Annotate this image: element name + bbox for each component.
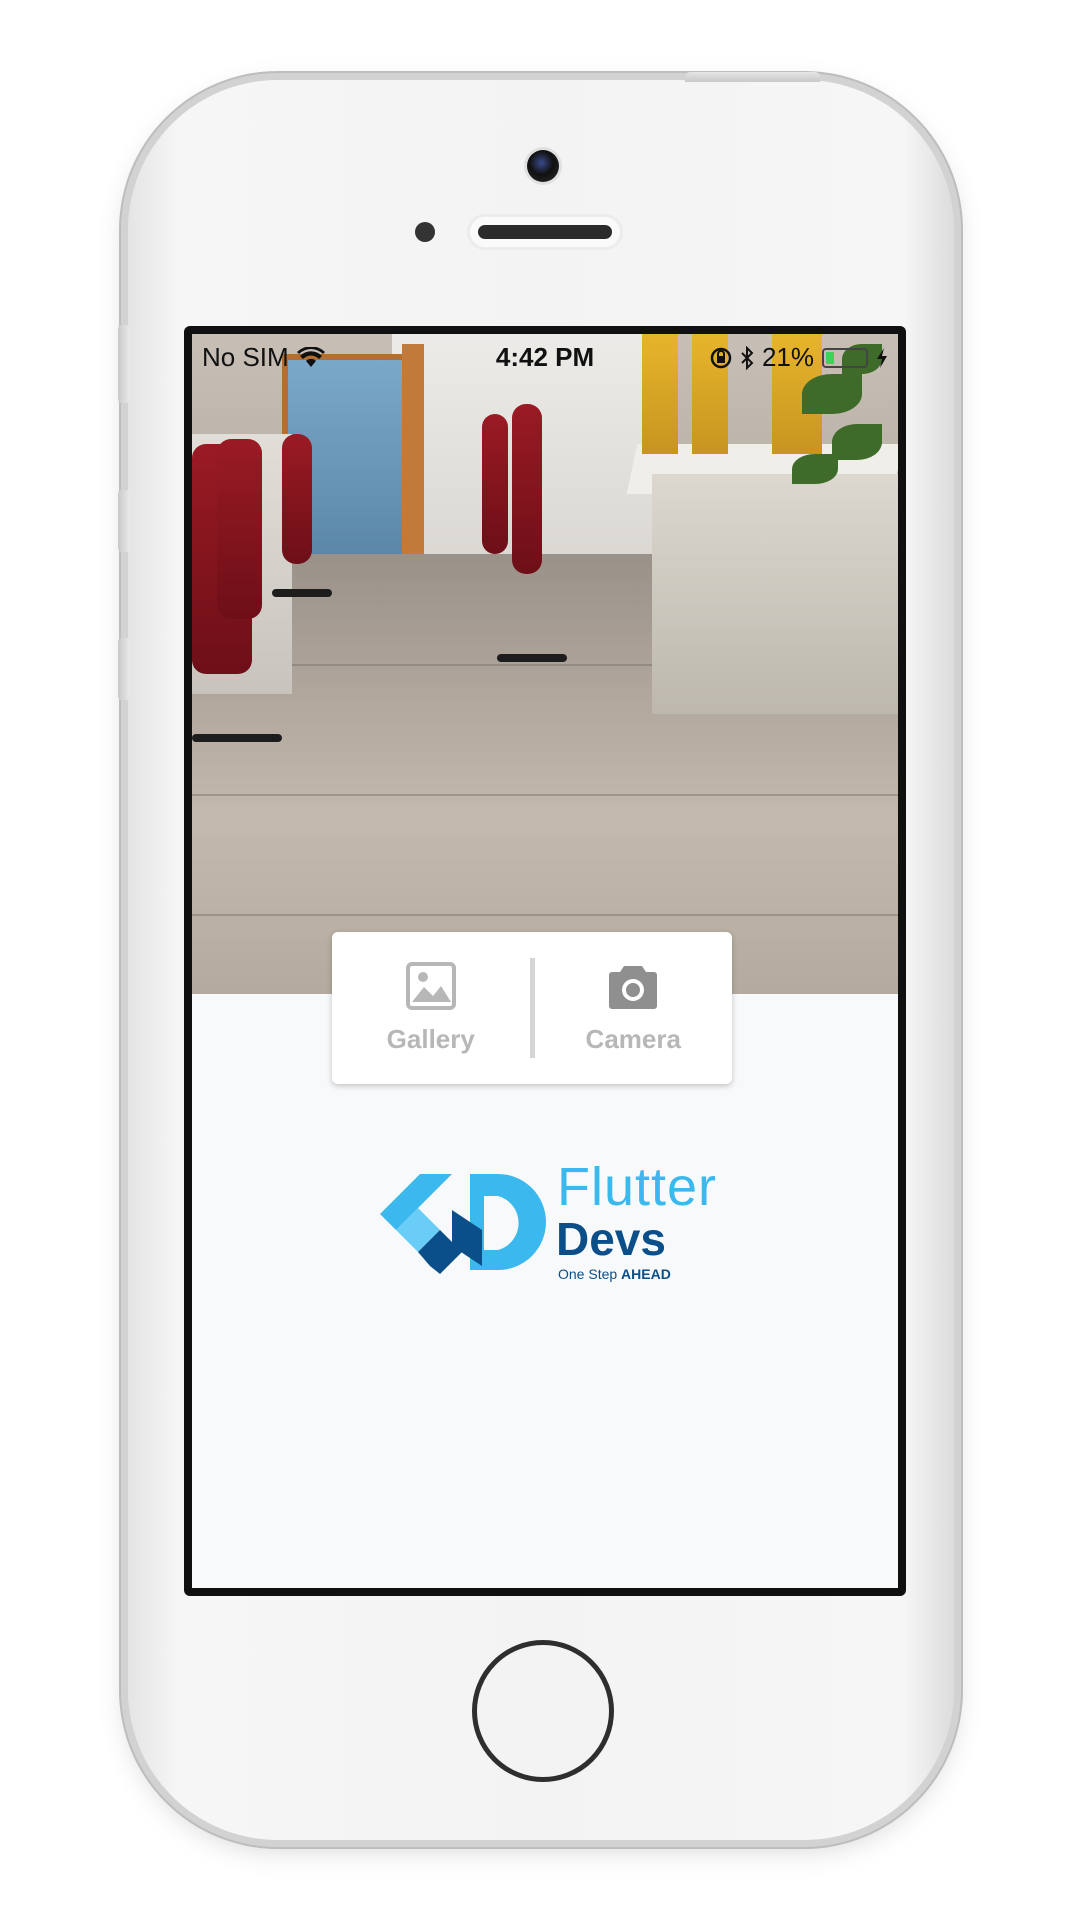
volume-down-button (118, 638, 130, 700)
image-icon (405, 961, 456, 1010)
battery-level (826, 351, 834, 364)
volume-up-button (118, 490, 130, 552)
battery-percent: 21% (761, 342, 814, 372)
logo-tagline: One Step AHEAD (558, 1266, 671, 1282)
orientation-lock-icon (710, 347, 732, 368)
mockup-stage: No SIM 4:42 PM 21% Gallery Camera Flutte… (0, 0, 1080, 1920)
app-screen: No SIM 4:42 PM 21% Gallery Camera Flutte… (192, 334, 898, 1588)
front-camera (527, 150, 559, 182)
bolt-icon (877, 347, 887, 368)
gallery-button[interactable]: Gallery (332, 932, 530, 1084)
logo-word-devs: Devs (556, 1213, 666, 1265)
bluetooth-icon (741, 345, 754, 370)
camera-icon (609, 965, 658, 1009)
flutterdevs-logo-mark (380, 1174, 546, 1274)
image-source-picker: Gallery Camera (332, 932, 732, 1084)
camera-label: Camera (585, 1023, 681, 1054)
flutterdevs-logo: Flutter Devs One Step AHEAD (374, 1156, 724, 1286)
selected-photo (192, 334, 898, 994)
mute-switch (118, 325, 130, 403)
logo-tagline-start: One Step (558, 1266, 618, 1282)
proximity-sensor (415, 222, 435, 242)
camera-button[interactable]: Camera (535, 932, 733, 1084)
logo-word-flutter: Flutter (557, 1157, 718, 1217)
gallery-label: Gallery (386, 1023, 475, 1054)
phone-screen: No SIM 4:42 PM 21% Gallery Camera Flutte… (184, 326, 906, 1596)
battery-icon (822, 347, 868, 368)
status-bar: No SIM 4:42 PM 21% (192, 334, 898, 376)
home-button[interactable] (472, 1640, 614, 1782)
earpiece-speaker (470, 217, 620, 247)
power-button (685, 72, 820, 82)
logo-tagline-bold: AHEAD (621, 1266, 671, 1282)
